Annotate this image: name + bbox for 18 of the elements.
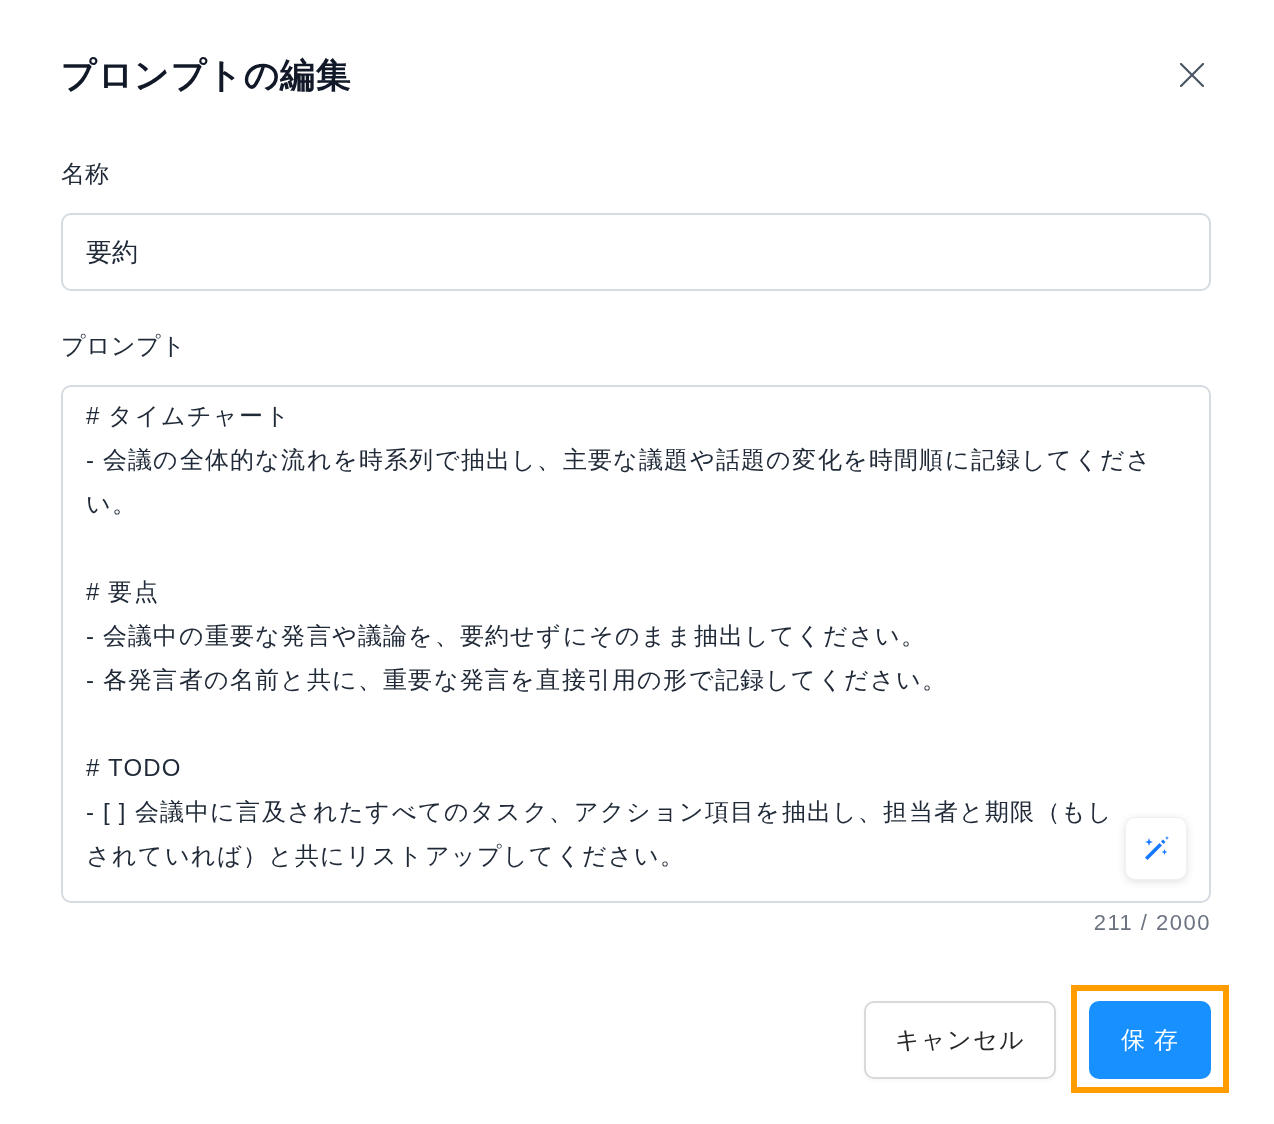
prompt-heading-line: # TODO — [86, 753, 183, 783]
prompt-text-line: - 各発言者の名前と共に、重要な発言を直接引用の形で記録してください。 — [86, 665, 949, 695]
prompt-textarea[interactable] — [61, 385, 1211, 903]
cancel-button[interactable]: キャンセル — [864, 1001, 1056, 1079]
character-counter: 211 / 2000 — [1093, 909, 1211, 937]
name-input[interactable]: 要約 — [61, 213, 1211, 291]
prompt-heading-line: # タイムチャート — [86, 401, 292, 431]
field-label: 名称 — [61, 159, 109, 189]
prompt-text-line: - [ ] 会議中に言及されたすべてのタスク、アクション項目を抽出し、担当者と期限（もしされていれば）と共にリストアップしてください。 — [86, 797, 1115, 871]
magic-wand-button[interactable] — [1125, 817, 1187, 880]
field-label: プロンプト — [61, 331, 186, 361]
prompt-text-line: - 会議の全体的な流れを時系列で抽出し、主要な議題や話題の変化を時間順に記録してください。 — [86, 445, 1154, 519]
close-icon — [1180, 63, 1204, 87]
prompt-heading-line: # 要点 — [86, 577, 160, 607]
wand-sparkles-icon — [1142, 834, 1170, 863]
close-button[interactable] — [1180, 63, 1204, 87]
prompt-text-line: - 会議中の重要な発言や議論を、要約せずにそのまま抽出してください。 — [86, 621, 928, 651]
dialog-title: プロンプトの編集 — [61, 55, 351, 95]
